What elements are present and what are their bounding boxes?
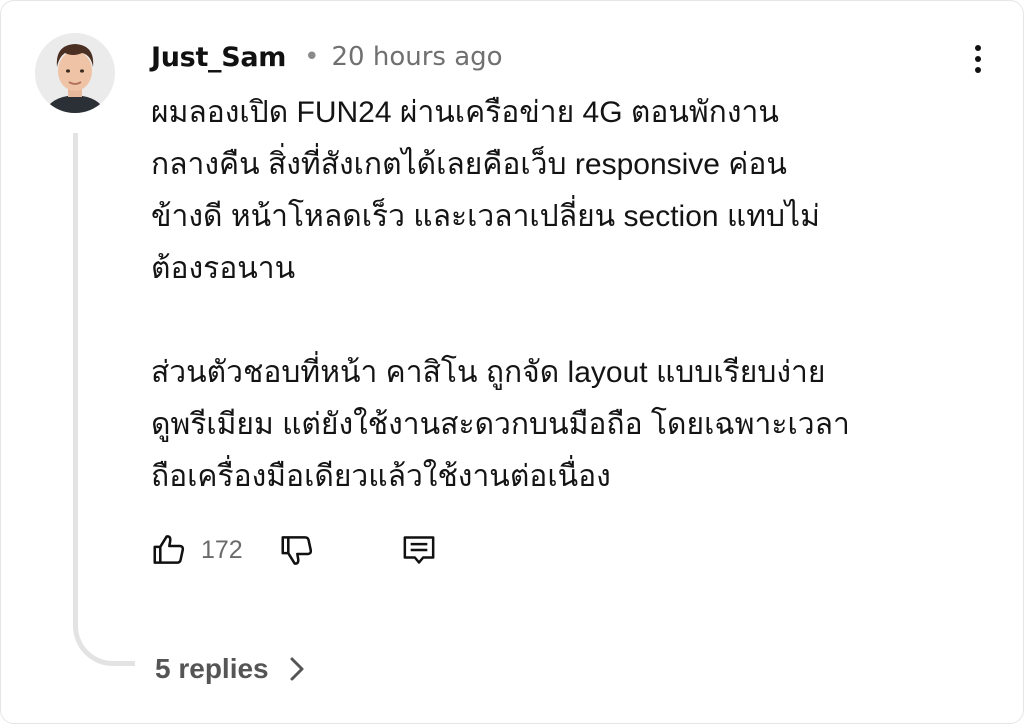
dislike-button[interactable] (277, 530, 317, 570)
author-name[interactable]: Just_Sam (151, 42, 286, 73)
thumbs-up-icon (153, 535, 185, 564)
more-vert-icon[interactable] (961, 39, 995, 79)
replies-label: 5 replies (155, 653, 269, 684)
separator-dot: • (304, 42, 320, 72)
thread-line (73, 133, 135, 666)
comment-actions: 172 (149, 528, 439, 572)
like-button[interactable] (149, 530, 189, 570)
menu-dot (975, 67, 981, 73)
thumbs-down-icon (281, 536, 312, 565)
view-replies-button[interactable]: 5 replies (155, 647, 307, 691)
chevron-right-icon (287, 656, 307, 682)
comment-paragraph: ส่วนตัวชอบที่หน้า คาสิโน ถูกจัด layout แ… (151, 356, 850, 493)
menu-dot (975, 45, 981, 51)
comment-body: ผมลองเปิด FUN24 ผ่านเครือข่าย 4G ตอนพักง… (151, 87, 971, 555)
comment-paragraph: ผมลองเปิด FUN24 ผ่านเครือข่าย 4G ตอนพักง… (151, 96, 820, 285)
reply-button[interactable] (399, 530, 439, 570)
avatar-photo (35, 33, 115, 113)
comment-card: Just_Sam • 20 hours ago ผมลองเปิด FUN24 … (0, 0, 1024, 724)
timestamp[interactable]: 20 hours ago (332, 42, 503, 72)
comment-icon (403, 536, 435, 564)
menu-dot (975, 56, 981, 62)
avatar[interactable] (35, 33, 115, 113)
like-count: 172 (201, 535, 243, 564)
comment-header: Just_Sam • 20 hours ago (151, 37, 503, 77)
